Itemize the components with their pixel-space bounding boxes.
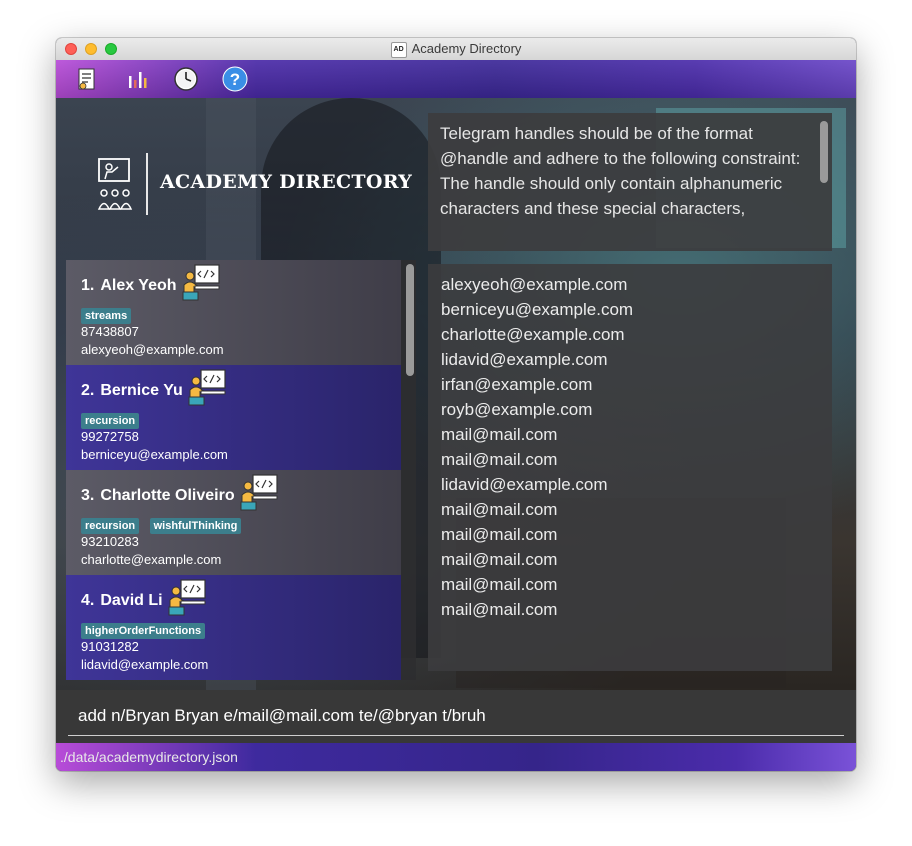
output-line: lidavid@example.com [441,475,608,494]
app-window: AD Academy Directory ? ACADEMY DIRECTORY… [56,38,856,771]
tag-list: streams [81,306,386,324]
title-bar: AD Academy Directory [56,38,856,61]
output-line: berniceyu@example.com [441,300,634,319]
student-phone: 99272758 [81,429,139,444]
tag-list: recursion [81,411,386,429]
classroom-icon [97,158,133,210]
logo-text: ACADEMY DIRECTORY [160,171,413,193]
student-email: alexyeoh@example.com [81,342,224,357]
output-line: mail@mail.com [441,550,558,569]
student-name: Charlotte Oliveiro [100,487,235,504]
tag: higherOrderFunctions [81,623,206,639]
student-card-header: 2. Bernice Yu [81,369,386,406]
main-panel: ACADEMY DIRECTORY Telegram handles shoul… [56,98,856,690]
window-title: Academy Directory [411,41,522,56]
tag-list: recursion wishfulThinking [81,516,386,534]
student-index: 4. [81,592,95,609]
output-display[interactable]: alexyeoh@example.com berniceyu@example.c… [428,264,832,671]
student-list-panel: 1. Alex Yeoh streams 87438807 alexyeoh@e… [66,260,416,680]
student-index: 1. [81,277,95,294]
output-line: royb@example.com [441,400,593,419]
student-list-scrollbar[interactable] [406,264,414,376]
student-card[interactable]: 1. Alex Yeoh streams 87438807 alexyeoh@e… [66,260,401,365]
save-location-path: ./data/academydirectory.json [60,749,238,765]
student-name: Alex Yeoh [100,277,177,294]
student-card[interactable]: 3. Charlotte Oliveiro recursion wishfulT… [66,470,401,575]
history-icon[interactable] [173,66,199,92]
output-line: mail@mail.com [441,425,558,444]
student-email: berniceyu@example.com [81,447,228,462]
svg-text:?: ? [230,70,240,89]
student-card[interactable]: 2. Bernice Yu recursion 99272758 bernice… [66,365,401,470]
tag: streams [81,308,132,324]
student-name: Bernice Yu [100,382,183,399]
output-line: irfan@example.com [441,375,593,394]
help-icon[interactable]: ? [222,66,248,92]
output-line: mail@mail.com [441,525,558,544]
student-index: 2. [81,382,95,399]
student-coding-icon [168,579,206,616]
tag-list: higherOrderFunctions [81,621,386,639]
output-line: alexyeoh@example.com [441,275,628,294]
student-email: charlotte@example.com [81,552,222,567]
output-line: lidavid@example.com [441,350,608,369]
student-index: 3. [81,487,95,504]
output-line: mail@mail.com [441,450,558,469]
command-bar [56,690,856,743]
student-phone: 87438807 [81,324,139,339]
student-card-header: 1. Alex Yeoh [81,264,386,301]
student-list-icon[interactable] [74,66,100,92]
student-card-header: 3. Charlotte Oliveiro [81,474,386,511]
window-title-wrap: AD Academy Directory [56,41,856,58]
student-coding-icon [182,264,220,301]
student-coding-icon [188,369,226,406]
result-message-text: Telegram handles should be of the format… [440,124,801,218]
logo-divider [146,153,148,215]
student-name: David Li [100,592,163,609]
student-card-header: 4. David Li [81,579,386,616]
output-line: mail@mail.com [441,575,558,594]
output-line: charlotte@example.com [441,325,625,344]
student-card[interactable]: 4. David Li higherOrderFunctions 9103128… [66,575,401,680]
student-coding-icon [240,474,278,511]
output-list: alexyeoh@example.com berniceyu@example.c… [441,272,633,622]
result-scrollbar[interactable] [820,121,828,183]
status-bar: ./data/academydirectory.json [56,743,856,771]
chart-icon[interactable] [124,66,150,92]
result-display[interactable]: Telegram handles should be of the format… [428,113,832,251]
menu-bar: ? [56,60,856,98]
student-phone: 93210283 [81,534,139,549]
app-icon: AD [390,41,407,58]
student-email: lidavid@example.com [81,657,209,672]
student-phone: 91031282 [81,639,139,654]
output-line: mail@mail.com [441,500,558,519]
output-line: mail@mail.com [441,600,558,619]
command-input[interactable] [68,696,844,736]
tag: wishfulThinking [149,518,242,534]
tag: recursion [81,518,140,534]
result-message: Telegram handles should be of the format… [440,121,815,221]
tag: recursion [81,413,140,429]
